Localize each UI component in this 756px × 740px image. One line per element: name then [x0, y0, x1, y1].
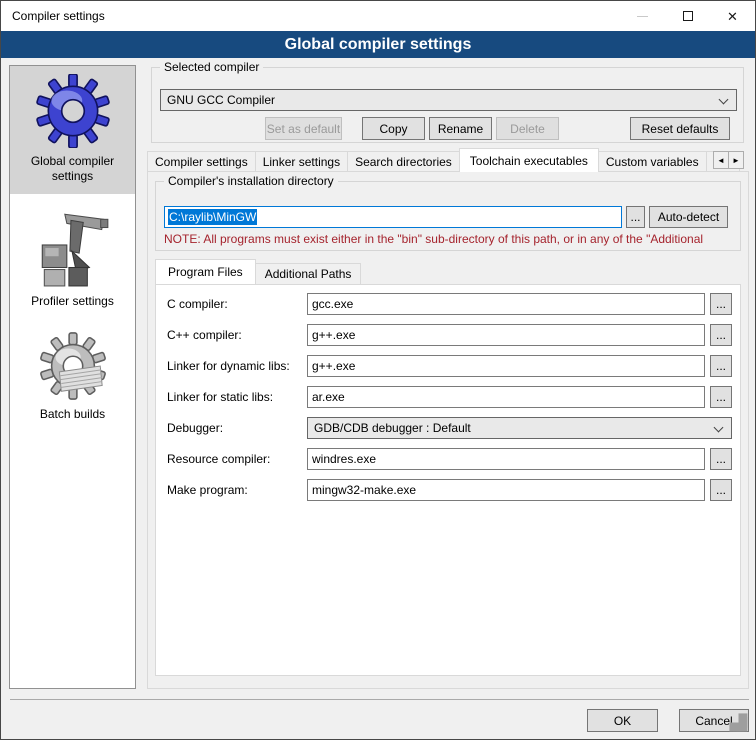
tab-scroll-controls: ◄ ►: [714, 151, 744, 169]
settings-tab-strip: Compiler settings Linker settings Search…: [147, 151, 739, 172]
settings-category-list: Global compiler settings Profiler settin…: [9, 65, 136, 689]
sidebar-item-profiler-settings[interactable]: Profiler settings: [10, 198, 135, 319]
selected-compiler-group-label: Selected compiler: [160, 60, 263, 74]
tab-linker-settings[interactable]: Linker settings: [255, 151, 348, 172]
delete-button[interactable]: Delete: [496, 117, 559, 140]
sidebar-item-global-compiler-settings[interactable]: Global compiler settings: [10, 66, 135, 194]
installation-directory-input[interactable]: C:\raylib\MinGW: [164, 206, 622, 228]
debugger-label: Debugger:: [167, 417, 223, 439]
dynamic-linker-browse-button[interactable]: ...: [710, 355, 732, 377]
make-program-input[interactable]: [307, 479, 705, 501]
sidebar-item-label: Batch builds: [40, 407, 105, 422]
compiler-select[interactable]: GNU GCC Compiler: [160, 89, 737, 111]
resize-grip[interactable]: [728, 712, 739, 723]
make-program-label: Make program:: [167, 479, 248, 501]
window-title: Compiler settings: [1, 9, 105, 23]
c-compiler-browse-button[interactable]: ...: [710, 293, 732, 315]
installation-directory-group-label: Compiler's installation directory: [164, 174, 338, 188]
chevron-down-icon: [719, 95, 729, 105]
installation-directory-value: C:\raylib\MinGW: [168, 209, 257, 225]
batch-builds-gear-icon: [38, 331, 108, 401]
directory-browse-button[interactable]: ...: [626, 206, 645, 228]
tab-custom-variables[interactable]: Custom variables: [598, 151, 707, 172]
compiler-gear-blue-icon: [36, 74, 110, 148]
window-controls: ✕: [620, 1, 755, 31]
right-arrow-icon: ►: [732, 156, 740, 165]
cpp-compiler-label: C++ compiler:: [167, 324, 242, 346]
auto-detect-button[interactable]: Auto-detect: [649, 206, 728, 228]
tab-compiler-settings[interactable]: Compiler settings: [147, 151, 256, 172]
tab-scroll-left-button[interactable]: ◄: [713, 151, 729, 169]
cpp-compiler-browse-button[interactable]: ...: [710, 324, 732, 346]
maximize-icon: [683, 11, 693, 21]
dynamic-linker-input[interactable]: [307, 355, 705, 377]
static-linker-browse-button[interactable]: ...: [710, 386, 732, 408]
minimize-icon: [637, 16, 648, 17]
form-row-cpp-compiler: C++ compiler: ...: [167, 324, 737, 346]
installation-directory-group: Compiler's installation directory C:\ray…: [155, 181, 741, 251]
form-row-static-linker: Linker for static libs: ...: [167, 386, 737, 408]
tab-scroll-right-button[interactable]: ►: [728, 151, 744, 169]
page-title: Global compiler settings: [285, 36, 472, 54]
form-row-debugger: Debugger: GDB/CDB debugger : Default: [167, 417, 737, 439]
compiler-settings-dialog: Compiler settings ✕ Global compiler sett…: [0, 0, 756, 740]
cpp-compiler-input[interactable]: [307, 324, 705, 346]
cancel-button[interactable]: Cancel: [679, 709, 749, 732]
sidebar-item-label: Profiler settings: [31, 294, 114, 309]
paths-tab-strip: Program Files Additional Paths: [155, 263, 360, 284]
sidebar-item-label: Global compiler settings: [14, 154, 131, 184]
make-program-browse-button[interactable]: ...: [710, 479, 732, 501]
form-row-make-program: Make program: ...: [167, 479, 737, 501]
static-linker-input[interactable]: [307, 386, 705, 408]
tab-additional-paths[interactable]: Additional Paths: [255, 263, 362, 284]
resource-compiler-input[interactable]: [307, 448, 705, 470]
resource-compiler-browse-button[interactable]: ...: [710, 448, 732, 470]
tab-toolchain-executables[interactable]: Toolchain executables: [459, 148, 599, 172]
debugger-select-value: GDB/CDB debugger : Default: [314, 421, 471, 435]
maximize-button[interactable]: [665, 1, 710, 31]
bin-subdirectory-note: NOTE: All programs must exist either in …: [164, 232, 738, 246]
debugger-select[interactable]: GDB/CDB debugger : Default: [307, 417, 732, 439]
compiler-select-value: GNU GCC Compiler: [167, 93, 275, 107]
static-linker-label: Linker for static libs:: [167, 386, 273, 408]
left-arrow-icon: ◄: [717, 156, 725, 165]
c-compiler-input[interactable]: [307, 293, 705, 315]
sidebar-item-batch-builds[interactable]: Batch builds: [10, 323, 135, 432]
form-row-dynamic-linker: Linker for dynamic libs: ...: [167, 355, 737, 377]
profiler-caliper-icon: [36, 206, 110, 288]
form-row-c-compiler: C compiler: ...: [167, 293, 737, 315]
chevron-down-icon: [714, 423, 724, 433]
dialog-header: Global compiler settings: [1, 31, 755, 58]
ok-button[interactable]: OK: [587, 709, 658, 732]
dynamic-linker-label: Linker for dynamic libs:: [167, 355, 290, 377]
resource-compiler-label: Resource compiler:: [167, 448, 270, 470]
reset-defaults-button[interactable]: Reset defaults: [630, 117, 730, 140]
set-as-default-button[interactable]: Set as default: [265, 117, 342, 140]
program-files-page: C compiler: ... C++ compiler: ... Linker…: [155, 284, 741, 676]
tab-search-directories[interactable]: Search directories: [347, 151, 460, 172]
c-compiler-label: C compiler:: [167, 293, 228, 315]
tab-program-files[interactable]: Program Files: [155, 259, 256, 284]
title-bar: Compiler settings ✕: [1, 1, 755, 31]
close-button[interactable]: ✕: [710, 1, 755, 31]
rename-button[interactable]: Rename: [429, 117, 492, 140]
copy-button[interactable]: Copy: [362, 117, 425, 140]
selected-compiler-group: Selected compiler GNU GCC Compiler Set a…: [151, 67, 744, 143]
footer-divider: [10, 699, 749, 700]
form-row-resource-compiler: Resource compiler: ...: [167, 448, 737, 470]
close-icon: ✕: [727, 10, 738, 23]
minimize-button[interactable]: [620, 1, 665, 31]
